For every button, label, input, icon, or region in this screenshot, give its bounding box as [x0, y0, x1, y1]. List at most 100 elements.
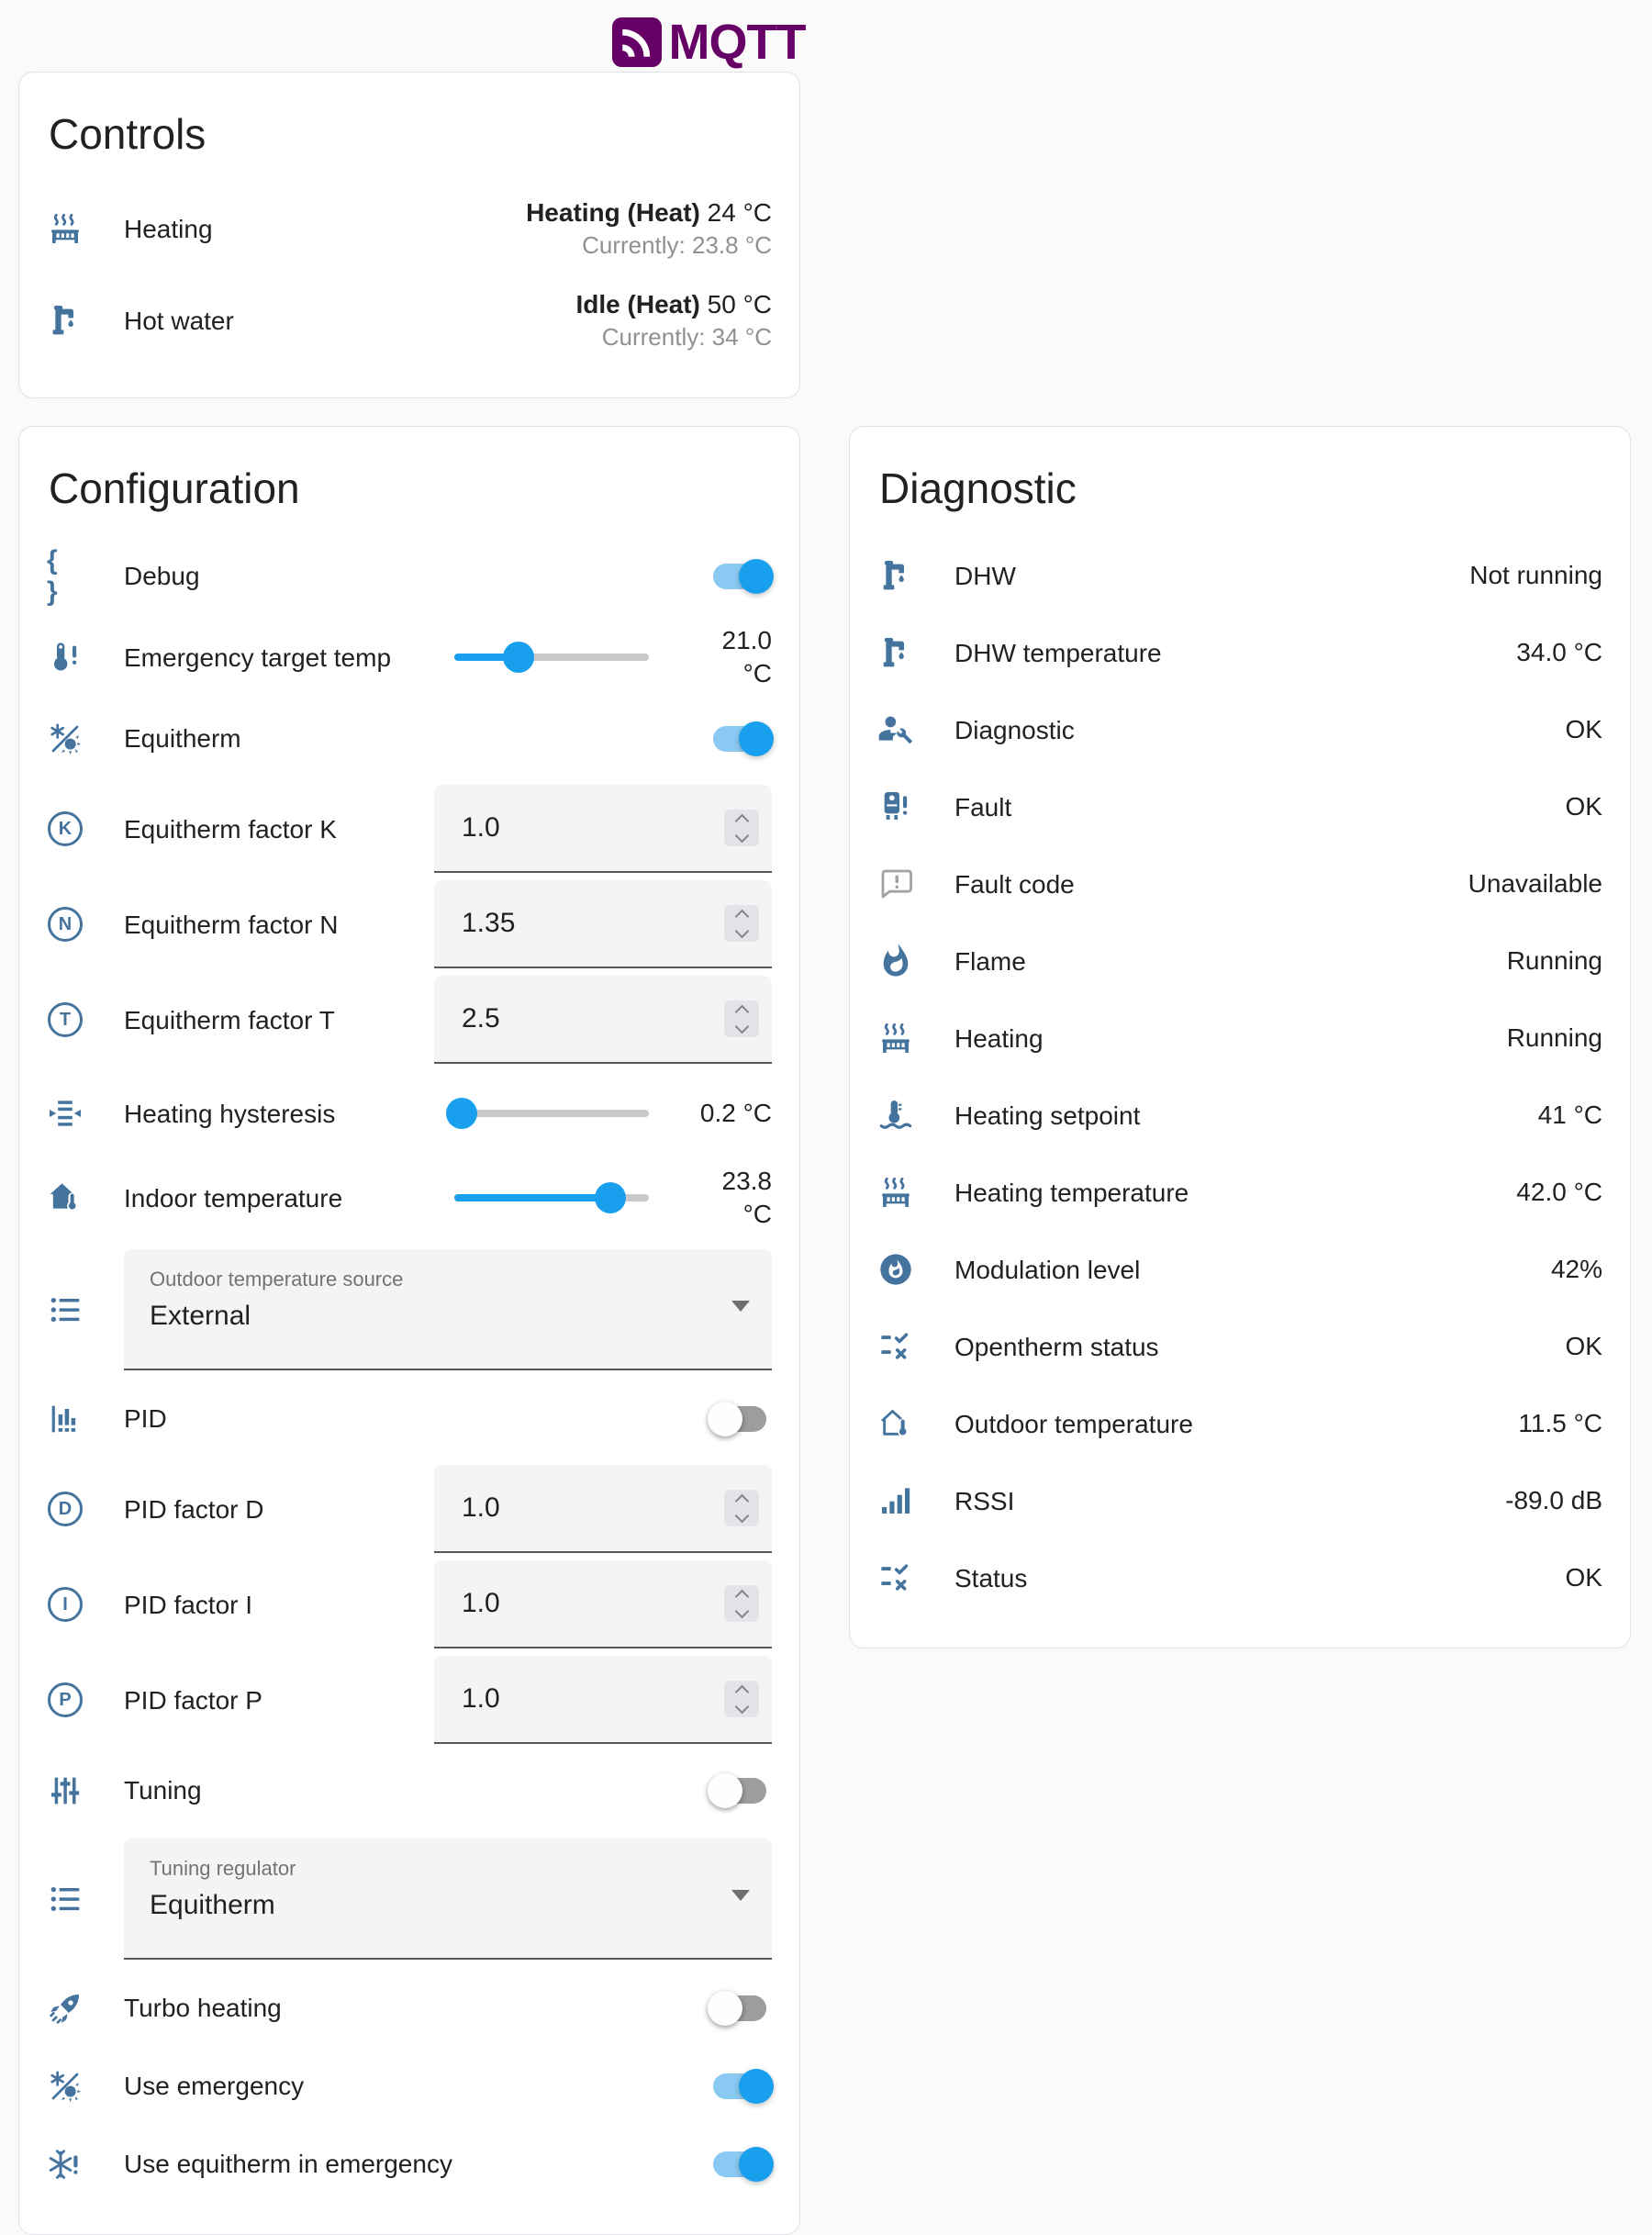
- list-bulleted-icon: [47, 1881, 84, 1917]
- list-bulleted-icon: [47, 1291, 84, 1328]
- stepper-down-icon: [734, 1019, 749, 1034]
- code-braces-icon: { }: [47, 558, 84, 595]
- fire-icon: [877, 943, 914, 979]
- radiator-icon: [877, 1020, 914, 1056]
- diag-value: 42%: [1551, 1255, 1602, 1284]
- diag-value: OK: [1566, 792, 1602, 821]
- control-state-hot-water: Idle (Heat) 50 °C Currently: 34 °C: [576, 287, 772, 354]
- diag-value: 42.0 °C: [1516, 1178, 1602, 1207]
- configuration-card: Configuration { } Debug Emergency target…: [18, 426, 800, 2235]
- control-row-heating[interactable]: Heating Heating (Heat) 24 °C Currently: …: [47, 183, 772, 274]
- stepper-up-icon: [734, 1589, 749, 1604]
- config-row-pid-factor-p: P PID factor P 1.0: [47, 1656, 772, 1744]
- radiator-icon: [47, 210, 84, 247]
- radiator-icon: [877, 1174, 914, 1211]
- use-emergency-toggle[interactable]: [711, 2068, 772, 2105]
- config-row-use-equitherm-in-emergency: Use equitherm in emergency: [47, 2125, 772, 2203]
- use-equitherm-in-emergency-toggle[interactable]: [711, 2146, 772, 2183]
- outdoor-temperature-source-select[interactable]: Outdoor temperature source External: [124, 1249, 772, 1370]
- config-row-debug: { } Debug: [47, 537, 772, 615]
- account-wrench-icon: [877, 711, 914, 748]
- diag-value: Running: [1507, 946, 1602, 976]
- diag-row-dhw-temperature[interactable]: DHW temperature 34.0 °C: [877, 614, 1602, 691]
- pid-toggle[interactable]: [711, 1401, 772, 1437]
- tuning-toggle[interactable]: [711, 1772, 772, 1809]
- turbo-heating-toggle[interactable]: [711, 1990, 772, 2027]
- diag-row-flame[interactable]: Flame Running: [877, 922, 1602, 1000]
- heating-hysteresis-slider[interactable]: [454, 1095, 649, 1132]
- diag-row-heating-setpoint[interactable]: Heating setpoint 41 °C: [877, 1077, 1602, 1154]
- alpha-p-circle-icon: P: [47, 1682, 84, 1718]
- config-row-equitherm-factor-t: T Equitherm factor T 2.5: [47, 976, 772, 1064]
- debug-toggle[interactable]: [711, 558, 772, 595]
- pid-factor-p-input[interactable]: 1.0: [434, 1656, 772, 1744]
- alpha-d-circle-icon: D: [47, 1491, 84, 1527]
- emergency-target-temp-slider[interactable]: [454, 639, 649, 676]
- fire-circle-icon: [877, 1251, 914, 1288]
- stepper-up-icon: [734, 1004, 749, 1019]
- diag-row-outdoor-temperature[interactable]: Outdoor temperature 11.5 °C: [877, 1385, 1602, 1462]
- equitherm-factor-n-stepper[interactable]: [724, 905, 759, 942]
- indoor-temperature-value: 23.8°C: [669, 1165, 772, 1232]
- equitherm-factor-t-stepper[interactable]: [724, 1000, 759, 1037]
- diag-row-modulation-level[interactable]: Modulation level 42%: [877, 1231, 1602, 1308]
- diagnostic-card-title: Diagnostic: [879, 464, 1601, 513]
- diag-value: OK: [1566, 715, 1602, 744]
- dropdown-caret-icon: [731, 1301, 750, 1312]
- heating-hysteresis-value: 0.2 °C: [669, 1097, 772, 1130]
- config-row-heating-hysteresis: Heating hysteresis 0.2 °C: [47, 1071, 772, 1156]
- stepper-down-icon: [734, 923, 749, 938]
- thermometer-alert-icon: [47, 639, 84, 676]
- diag-value: 11.5 °C: [1518, 1409, 1602, 1438]
- mqtt-logo: MQTT: [0, 0, 1535, 72]
- config-row-emergency-target-temp: Emergency target temp 21.0°C: [47, 615, 772, 699]
- diag-row-status[interactable]: Status OK: [877, 1539, 1602, 1616]
- pid-factor-i-input[interactable]: 1.0: [434, 1560, 772, 1648]
- chart-bar-icon: [47, 1401, 84, 1437]
- config-row-tuning-regulator: Tuning regulator Equitherm: [47, 1838, 772, 1960]
- config-row-equitherm-factor-n: N Equitherm factor N 1.35: [47, 880, 772, 968]
- control-state-heating: Heating (Heat) 24 °C Currently: 23.8 °C: [526, 196, 772, 263]
- equitherm-factor-k-stepper[interactable]: [724, 810, 759, 846]
- diag-row-opentherm-status[interactable]: Opentherm status OK: [877, 1308, 1602, 1385]
- indoor-temperature-slider[interactable]: [454, 1179, 649, 1216]
- control-row-hot-water[interactable]: Hot water Idle (Heat) 50 °C Currently: 3…: [47, 274, 772, 366]
- diag-row-rssi[interactable]: RSSI -89.0 dB: [877, 1462, 1602, 1539]
- pid-factor-p-stepper[interactable]: [724, 1681, 759, 1717]
- stepper-down-icon: [734, 828, 749, 843]
- sun-snowflake-icon: [47, 721, 84, 757]
- diag-row-fault[interactable]: Fault OK: [877, 768, 1602, 845]
- equitherm-toggle[interactable]: [711, 721, 772, 757]
- pid-factor-i-stepper[interactable]: [724, 1585, 759, 1622]
- config-row-pid-factor-i: I PID factor I 1.0: [47, 1560, 772, 1648]
- pid-factor-d-stepper[interactable]: [724, 1490, 759, 1526]
- diag-row-diagnostic[interactable]: Diagnostic OK: [877, 691, 1602, 768]
- snowflake-alert-icon: [47, 2146, 84, 2183]
- config-row-outdoor-temperature-source: Outdoor temperature source External: [47, 1249, 772, 1370]
- diag-row-heating-temperature[interactable]: Heating temperature 42.0 °C: [877, 1154, 1602, 1231]
- diag-value: -89.0 dB: [1505, 1486, 1602, 1515]
- water-pump-icon: [47, 302, 84, 339]
- diag-row-dhw[interactable]: DHW Not running: [877, 537, 1602, 614]
- stepper-down-icon: [734, 1604, 749, 1618]
- config-row-use-emergency: Use emergency: [47, 2047, 772, 2125]
- config-row-equitherm: Equitherm: [47, 699, 772, 777]
- mqtt-logo-icon: [612, 17, 662, 67]
- tuning-regulator-select[interactable]: Tuning regulator Equitherm: [124, 1838, 772, 1960]
- pid-factor-d-input[interactable]: 1.0: [434, 1465, 772, 1553]
- control-current-heating: Currently: 23.8 °C: [582, 231, 772, 259]
- dropdown-caret-icon: [731, 1890, 750, 1901]
- alpha-k-circle-icon: K: [47, 810, 84, 847]
- diag-value: OK: [1566, 1332, 1602, 1361]
- mqtt-logo-text: MQTT: [669, 14, 806, 71]
- diag-row-heating[interactable]: Heating Running: [877, 1000, 1602, 1077]
- diag-value: Running: [1507, 1023, 1602, 1053]
- stepper-up-icon: [734, 1684, 749, 1699]
- equitherm-factor-t-input[interactable]: 2.5: [434, 976, 772, 1064]
- sun-snowflake-icon: [47, 2068, 84, 2105]
- boiler-alert-icon: [877, 788, 914, 825]
- equitherm-factor-n-input[interactable]: 1.35: [434, 880, 772, 968]
- equitherm-factor-k-input[interactable]: 1.0: [434, 785, 772, 873]
- diag-row-fault-code[interactable]: Fault code Unavailable: [877, 845, 1602, 922]
- signal-icon: [877, 1482, 914, 1519]
